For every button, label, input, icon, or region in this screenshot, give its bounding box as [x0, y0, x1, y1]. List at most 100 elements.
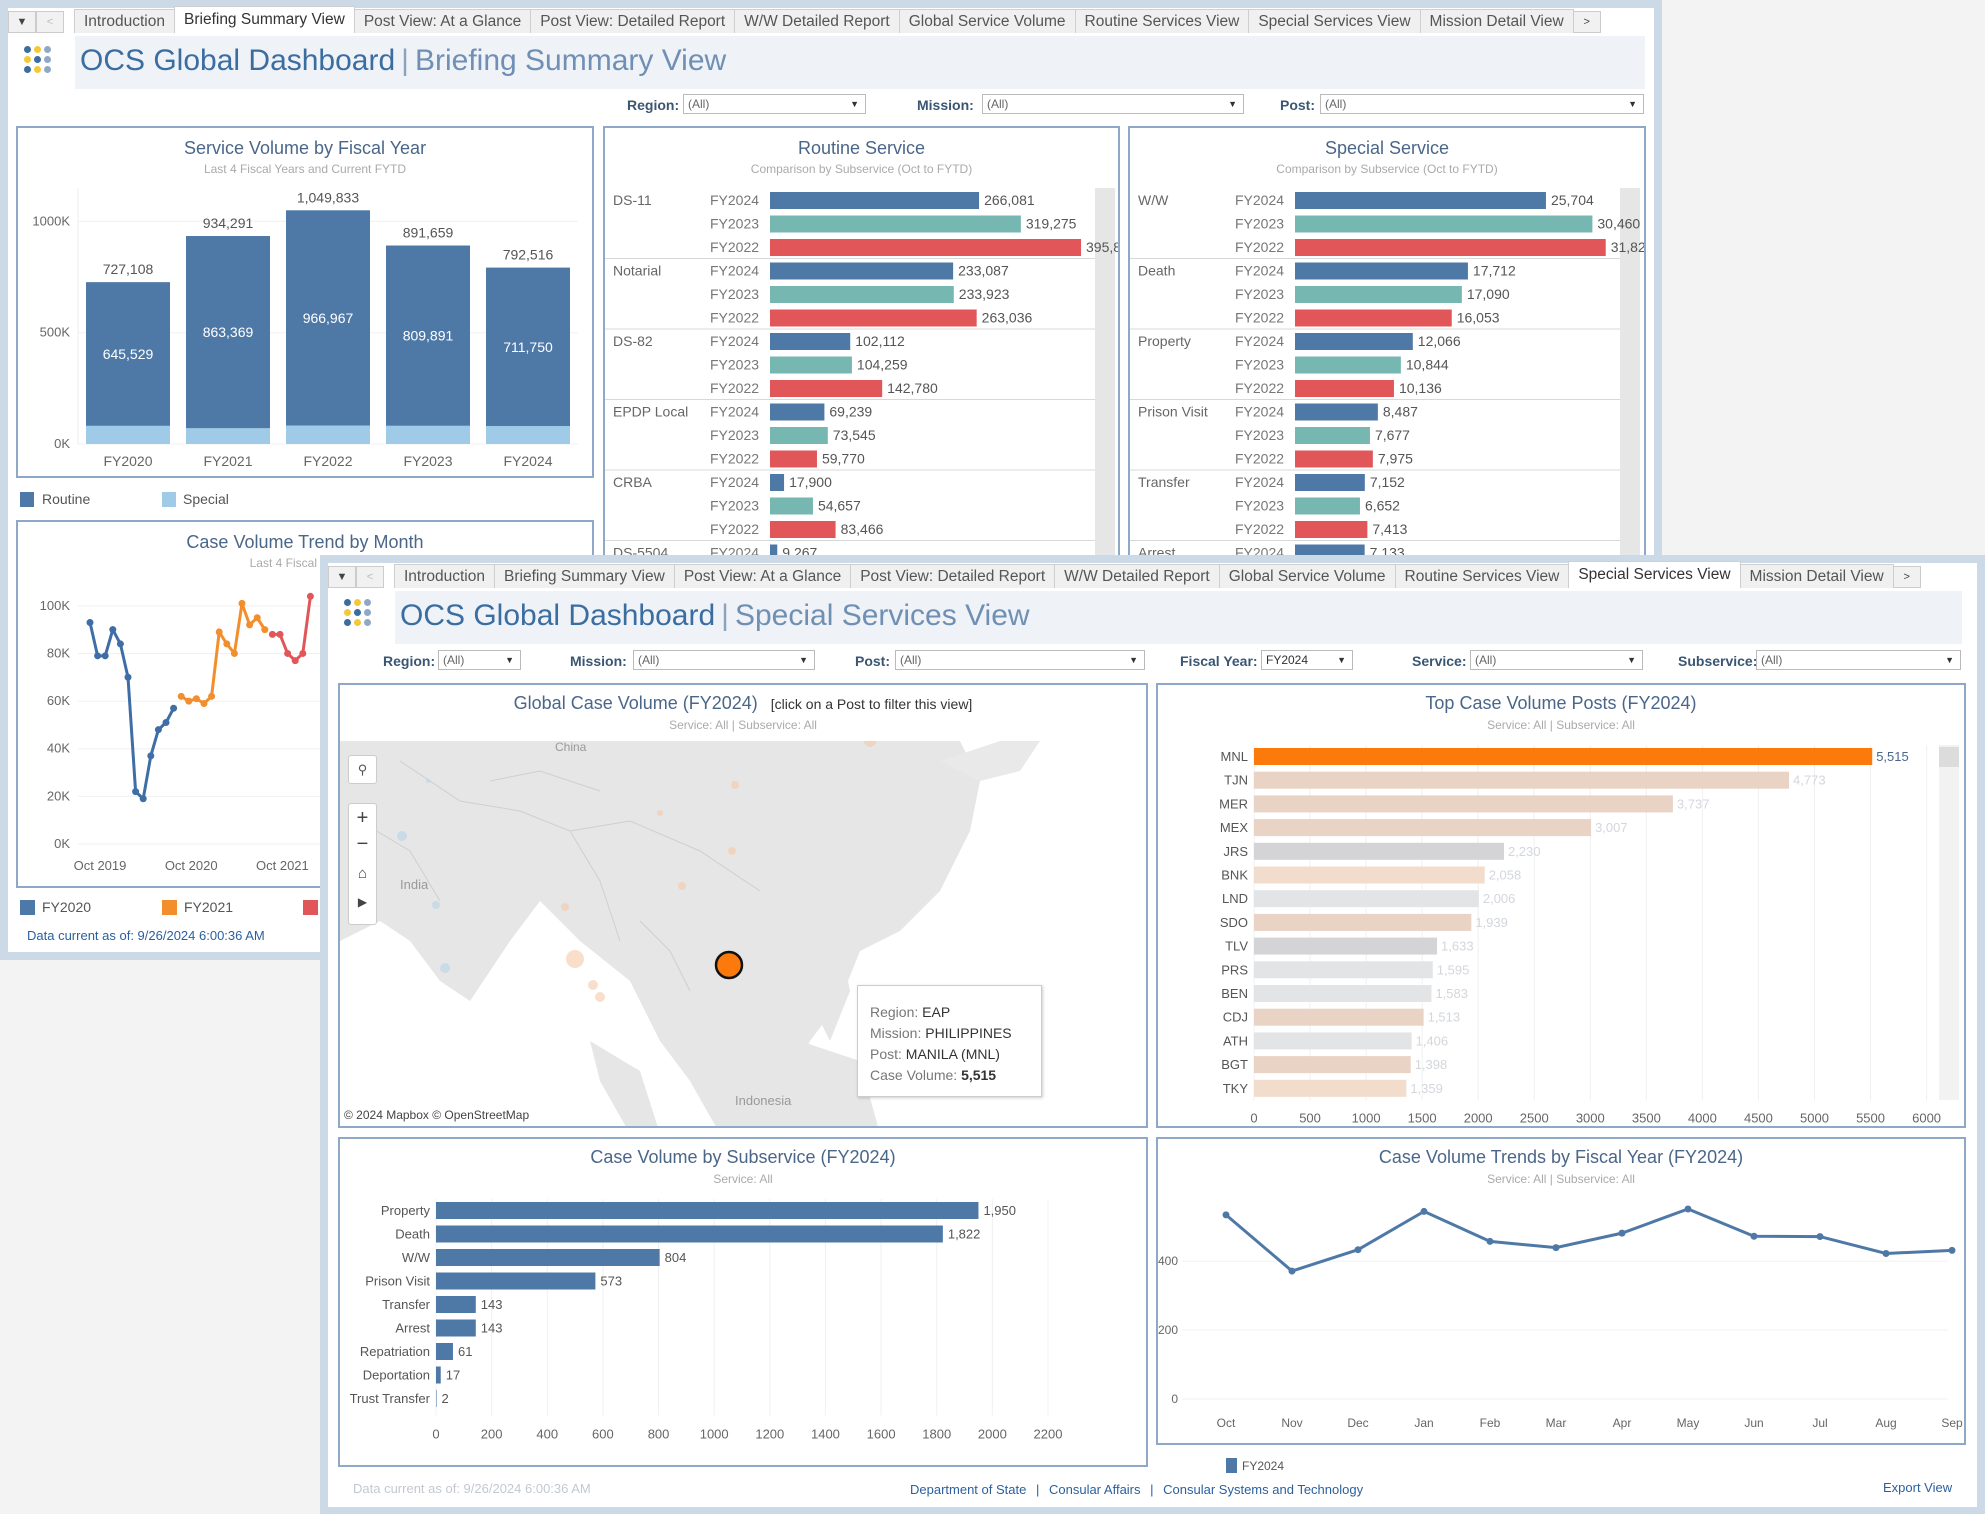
tab-scroll-right-button[interactable]: > [1572, 11, 1601, 33]
subservice-label: Trust Transfer [350, 1391, 431, 1406]
x-tick-label: 1000 [1352, 1111, 1381, 1126]
data-point [86, 618, 94, 626]
filter-post-select[interactable]: (All) ▼ [895, 650, 1145, 670]
group-label: Notarial [613, 263, 661, 279]
data-point [223, 640, 231, 648]
link-consular-affairs[interactable]: Consular Affairs [1049, 1482, 1141, 1497]
subservice-label: Transfer [382, 1297, 431, 1312]
bar-post-lnd [1254, 890, 1479, 908]
logo-dot [24, 46, 31, 53]
home-button[interactable]: ⌂ [349, 860, 376, 888]
tab-routine-services-view[interactable]: Routine Services View [1394, 564, 1570, 588]
expand-button[interactable]: ▶ [349, 888, 376, 916]
tab-introduction[interactable]: Introduction [74, 9, 175, 33]
value-label: 17,900 [789, 474, 832, 490]
bar-subservice [436, 1343, 453, 1360]
legend-label-fy2024: FY2024 [1242, 1459, 1285, 1473]
tab-post-view-at-a-glance[interactable]: Post View: At a Glance [353, 9, 532, 33]
tab-routine-services-view[interactable]: Routine Services View [1074, 9, 1250, 33]
data-point [1618, 1229, 1626, 1237]
data-point [162, 719, 170, 727]
dropdown-arrow-icon: ▼ [1628, 99, 1637, 109]
map-label-india: India [400, 877, 429, 892]
filter-subservice-select[interactable]: (All) ▼ [1756, 650, 1961, 670]
tooltip-row: Case Volume: 5,515 [870, 1065, 1041, 1086]
year-label: FY2023 [1235, 357, 1284, 373]
data-point [192, 695, 200, 703]
map-search-button[interactable]: ⚲ [348, 755, 377, 784]
bar-special [286, 425, 370, 444]
tab-scroll-right-button[interactable]: > [1892, 566, 1921, 588]
bar-fy2022 [1295, 450, 1373, 468]
filter-mission-select[interactable]: (All) ▼ [982, 94, 1244, 114]
value-label: 395,824 [1086, 239, 1118, 255]
tab-special-services-view[interactable]: Special Services View [1248, 9, 1421, 33]
bar-fy2023 [1295, 286, 1462, 303]
logo-dot [344, 599, 351, 606]
tab-special-services-view[interactable]: Special Services View [1568, 561, 1741, 588]
filter-service-value: (All) [1475, 653, 1497, 667]
bar-post-tjn [1254, 771, 1790, 789]
tab-w-w-detailed-report[interactable]: W/W Detailed Report [734, 9, 900, 33]
value-label: 69,239 [829, 404, 872, 420]
tab-global-service-volume[interactable]: Global Service Volume [1218, 564, 1396, 588]
bar-fy2022 [770, 521, 836, 538]
zoom-out-button[interactable]: − [349, 832, 376, 860]
data-point [1486, 1237, 1494, 1245]
data-point [1354, 1246, 1362, 1254]
map-hint-text: [click on a Post to filter this view] [770, 696, 973, 712]
data-point [268, 630, 276, 638]
routine-label: 966,967 [303, 310, 354, 326]
link-department-of-state[interactable]: Department of State [910, 1482, 1026, 1497]
data-point [154, 726, 162, 734]
fy-trend-chart[interactable]: 0 200 400 Oct Nov Dec Jan Feb Mar Apr May Jun Jul Aug… [1158, 1139, 1964, 1443]
filter-region-select[interactable]: (All) ▼ [438, 650, 521, 670]
filter-fiscal-year-value: FY2024 [1266, 653, 1309, 667]
filter-region-select[interactable]: (All) ▼ [683, 94, 866, 114]
filter-service-label: Service: [1412, 653, 1467, 669]
bar-post-prs [1254, 961, 1433, 979]
filter-mission-select[interactable]: (All) ▼ [633, 650, 815, 670]
export-view-link[interactable]: Export View [1883, 1480, 1952, 1495]
data-point [132, 788, 140, 796]
data-point [1288, 1267, 1296, 1275]
tab-post-view-detailed-report[interactable]: Post View: Detailed Report [850, 564, 1056, 588]
tooltip-key: Case Volume: [870, 1067, 958, 1083]
tab-w-w-detailed-report[interactable]: W/W Detailed Report [1054, 564, 1220, 588]
year-label: FY2022 [1235, 521, 1284, 537]
tab-post-view-at-a-glance[interactable]: Post View: At a Glance [673, 564, 852, 588]
value-label: 804 [665, 1250, 687, 1265]
filter-subservice-label: Subservice: [1678, 653, 1758, 669]
zoom-in-button[interactable]: + [349, 804, 376, 832]
tab-briefing-summary-view[interactable]: Briefing Summary View [174, 6, 355, 33]
tab-global-service-volume[interactable]: Global Service Volume [898, 9, 1076, 33]
routine-service-panel: Routine Service Comparison by Subservice… [603, 126, 1120, 566]
subservice-chart[interactable]: 0 200 400 600 800 1000 1200 1400 1600 1800 2000 220… [340, 1139, 1146, 1465]
tab-scroll-left-button[interactable]: < [356, 566, 384, 588]
tooltip-key: Region: [870, 1004, 919, 1020]
top-posts-chart[interactable]: 0 500 1000 1500 2000 2500 3000 3500 4000 4500 5000… [1158, 685, 1964, 1126]
filter-service-select[interactable]: (All) ▼ [1470, 650, 1643, 670]
tab-mission-detail-view[interactable]: Mission Detail View [1739, 564, 1894, 588]
bar-post-tky [1254, 1079, 1407, 1097]
tooltip-row: Region: EAP [870, 1002, 1041, 1023]
year-label: FY2023 [710, 498, 759, 514]
tooltip-key: Mission: [870, 1025, 922, 1041]
x-tick-label: Sep [1941, 1416, 1963, 1430]
post-label: TKY [1223, 1081, 1249, 1096]
logo-dot [44, 66, 51, 73]
data-point [109, 626, 117, 634]
post-label: ATH [1223, 1033, 1248, 1048]
tab-briefing-summary-view[interactable]: Briefing Summary View [494, 564, 675, 588]
filter-post-select[interactable]: (All) ▼ [1320, 94, 1644, 114]
tab-scroll-left-button[interactable]: < [36, 11, 64, 33]
tab-menu-button[interactable]: ▼ [8, 11, 36, 33]
x-tick-label: Mar [1546, 1416, 1567, 1430]
filter-fiscal-year-select[interactable]: FY2024 ▼ [1261, 650, 1353, 670]
link-consular-systems[interactable]: Consular Systems and Technology [1163, 1482, 1363, 1497]
tab-introduction[interactable]: Introduction [394, 564, 495, 588]
tab-post-view-detailed-report[interactable]: Post View: Detailed Report [530, 9, 736, 33]
tab-menu-button[interactable]: ▼ [328, 566, 356, 588]
tab-mission-detail-view[interactable]: Mission Detail View [1419, 9, 1574, 33]
year-label: FY2022 [710, 521, 759, 537]
